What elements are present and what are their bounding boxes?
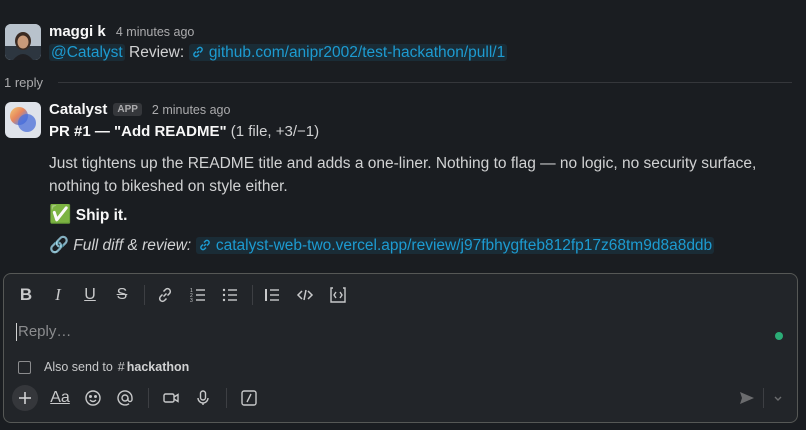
channel-name[interactable]: hackathon: [127, 360, 190, 374]
link-icon: [198, 238, 212, 252]
text-cursor: [16, 323, 17, 341]
formatting-icon: Aa: [50, 389, 70, 406]
online-status-dot: [775, 332, 783, 340]
blockquote-button[interactable]: [260, 283, 284, 307]
toolbar-divider: [252, 285, 253, 305]
review-link-text[interactable]: catalyst-web-two.vercel.app/review/j97fb…: [216, 237, 712, 254]
author-name[interactable]: maggi k: [49, 23, 106, 40]
link-icon: [158, 287, 172, 303]
video-icon: [163, 393, 179, 403]
pr-link[interactable]: github.com/anipr2002/test-hackathon/pull…: [188, 44, 508, 61]
link-button[interactable]: [153, 283, 177, 307]
code-icon: [296, 289, 314, 301]
blockquote-icon: [265, 289, 279, 301]
formatting-toggle-button[interactable]: Aa: [48, 386, 72, 410]
strikethrough-button[interactable]: S: [110, 283, 134, 307]
bold-icon: B: [19, 285, 33, 304]
numbered-list-icon: 1 2 3: [190, 288, 205, 304]
at-icon: [117, 390, 133, 406]
emoji-icon: [85, 390, 101, 406]
ship-it-text: Ship it.: [75, 207, 128, 224]
code-block-icon: [330, 287, 346, 303]
reply-count: 1 reply: [4, 75, 44, 90]
code-button[interactable]: [293, 283, 317, 307]
send-options-button[interactable]: [766, 386, 790, 410]
thread-divider: [58, 82, 792, 83]
send-button[interactable]: [735, 386, 759, 410]
avatar-catalyst[interactable]: [5, 102, 41, 138]
pr-link-text[interactable]: github.com/anipr2002/test-hackathon/pull…: [209, 44, 505, 61]
italic-icon: I: [55, 285, 61, 304]
shortcuts-button[interactable]: [237, 386, 261, 410]
underline-button[interactable]: U: [78, 283, 102, 307]
link-icon: [191, 45, 205, 59]
pr-title: PR #1 — "Add README": [49, 123, 227, 140]
also-send-label: Also send to: [44, 360, 113, 374]
review-link[interactable]: catalyst-web-two.vercel.app/review/j97fb…: [195, 237, 715, 254]
toolbar-divider: [763, 388, 764, 408]
emoji-button[interactable]: [81, 386, 105, 410]
microphone-icon: [197, 390, 209, 405]
app-badge: APP: [113, 103, 142, 116]
reply-input[interactable]: Reply…: [16, 320, 756, 346]
avatar-maggi[interactable]: [5, 24, 41, 60]
timestamp[interactable]: 4 minutes ago: [116, 25, 195, 39]
bulleted-list-icon: [222, 288, 237, 302]
diff-label: Full diff & review:: [73, 237, 192, 254]
pr-meta: (1 file, +3/−1): [230, 123, 320, 140]
strikethrough-icon: S: [116, 286, 128, 303]
italic-button[interactable]: I: [46, 283, 70, 307]
slash-command-icon: [241, 390, 257, 406]
numbered-list-button[interactable]: 1 2 3: [186, 283, 210, 307]
check-icon: ✅: [49, 204, 72, 224]
timestamp[interactable]: 2 minutes ago: [152, 103, 231, 117]
code-block-button[interactable]: [326, 283, 350, 307]
also-send-checkbox[interactable]: [18, 360, 31, 374]
reply-placeholder: Reply…: [18, 323, 72, 340]
mention-catalyst[interactable]: @Catalyst: [49, 44, 125, 61]
mention-button[interactable]: [113, 386, 137, 410]
channel-hash-icon: #: [117, 360, 125, 374]
message-text: Review:: [129, 44, 185, 61]
chevron-down-icon: [774, 396, 782, 401]
reply-composer: B I U S 1 2 3 Reply… Also send to # hack…: [3, 273, 798, 423]
message-body: Just tightens up the README title and ad…: [49, 155, 757, 195]
svg-text:3: 3: [190, 298, 193, 304]
toolbar-divider: [226, 388, 227, 408]
bulleted-list-button[interactable]: [218, 283, 242, 307]
add-button[interactable]: [12, 385, 38, 411]
toolbar-divider: [148, 388, 149, 408]
send-icon: [740, 392, 754, 404]
toolbar-divider: [144, 285, 145, 305]
video-button[interactable]: [159, 386, 183, 410]
bold-button[interactable]: B: [14, 283, 38, 307]
underline-icon: U: [84, 286, 96, 303]
author-name[interactable]: Catalyst: [49, 101, 107, 118]
link-emoji-icon: 🔗: [49, 237, 69, 254]
audio-button[interactable]: [191, 386, 215, 410]
plus-icon: [19, 392, 31, 404]
